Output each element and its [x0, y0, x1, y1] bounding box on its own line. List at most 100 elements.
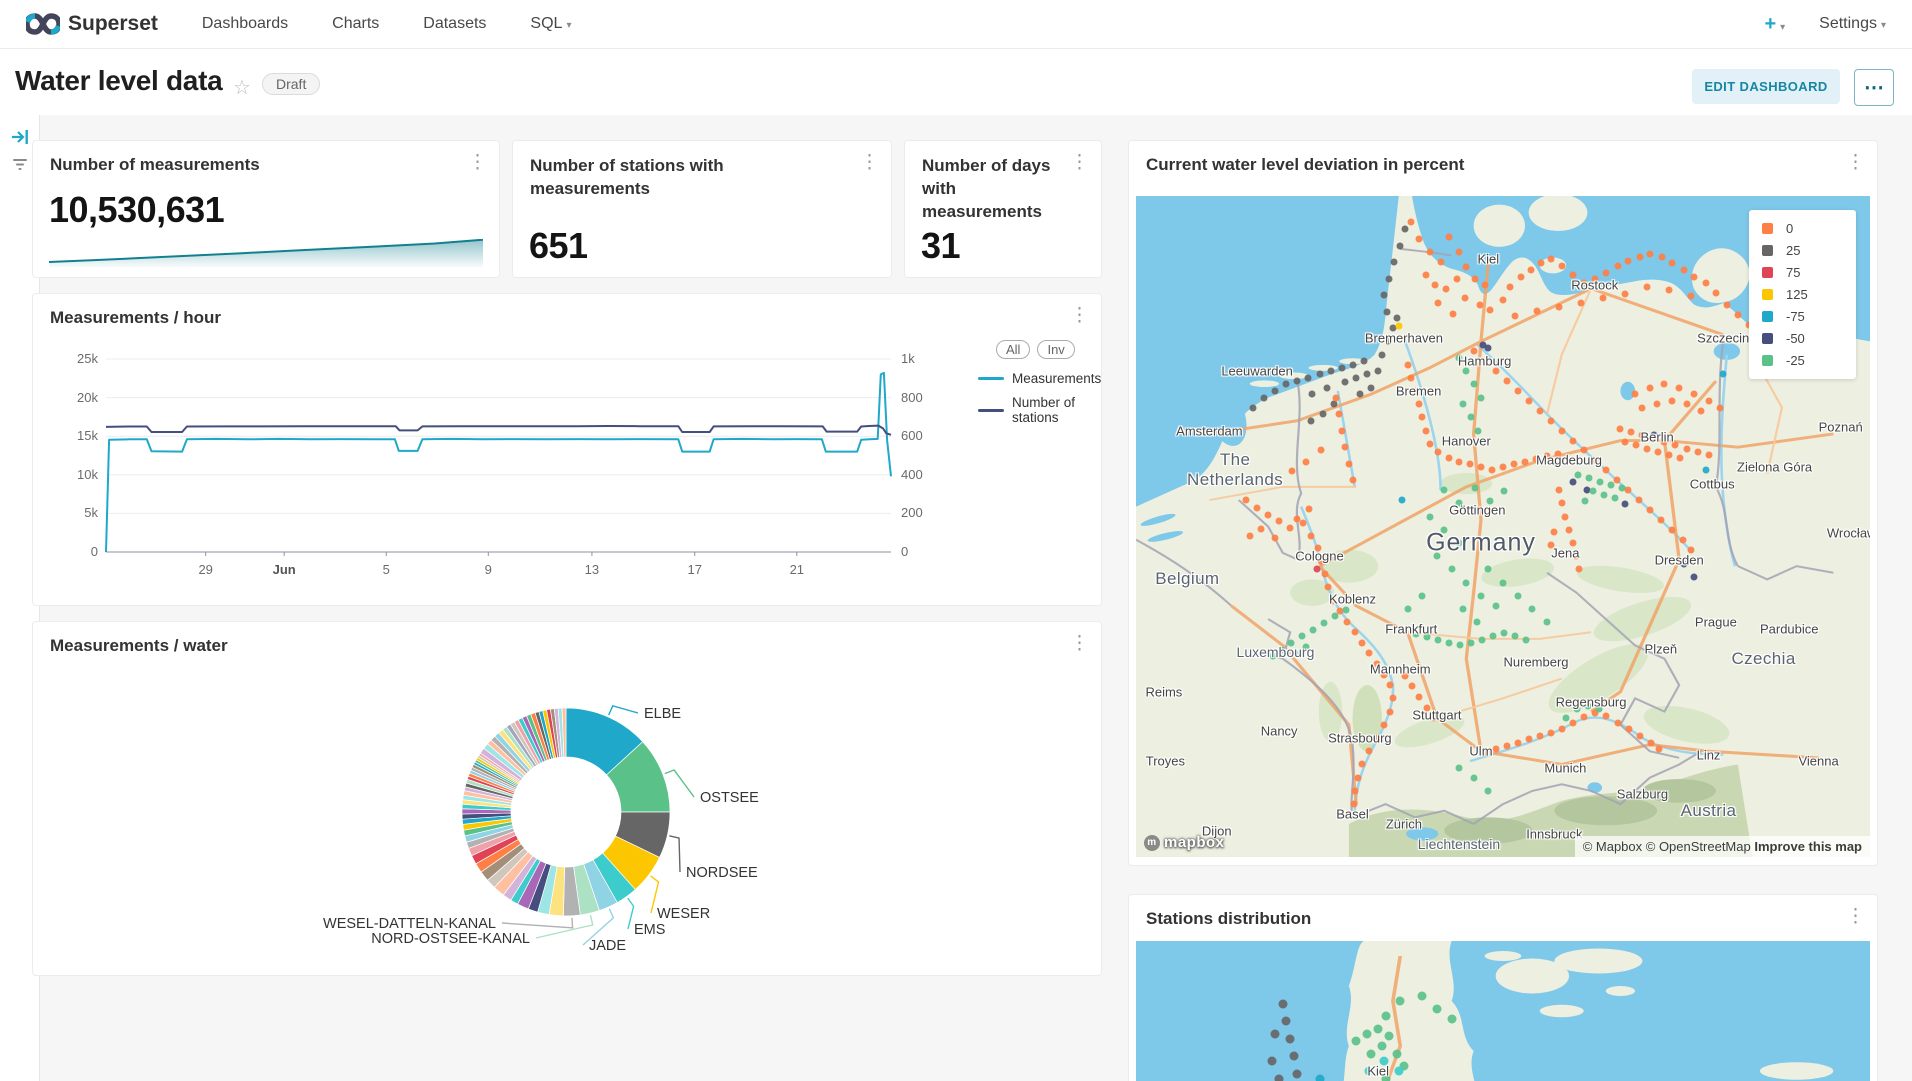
kebab-menu-icon[interactable]: ⋮	[1846, 153, 1865, 172]
settings-menu[interactable]: Settings▾	[1819, 15, 1886, 33]
legend-all-button[interactable]: All	[996, 340, 1030, 359]
legend-inv-button[interactable]: Inv	[1037, 340, 1074, 359]
station-dot	[1467, 414, 1474, 421]
kebab-menu-icon[interactable]: ⋮	[1070, 153, 1089, 172]
expand-filters-icon[interactable]	[11, 129, 29, 145]
panel-title: Stations distribution	[1146, 909, 1311, 929]
kebab-menu-icon[interactable]: ⋮	[1070, 634, 1089, 653]
station-dot	[1611, 495, 1618, 502]
station-dot	[1492, 602, 1499, 609]
station-dot	[1397, 242, 1404, 249]
kebab-menu-icon[interactable]: ⋮	[1846, 907, 1865, 926]
station-dot	[1363, 1029, 1372, 1038]
station-dot	[1665, 452, 1672, 459]
station-dot	[1317, 447, 1324, 454]
station-dot	[1426, 440, 1433, 447]
axis-tick-label: 5k	[44, 505, 98, 520]
station-dot	[1432, 282, 1439, 289]
station-dot	[1283, 381, 1290, 388]
station-dot	[1261, 394, 1268, 401]
nav-dashboards[interactable]: Dashboards	[202, 15, 288, 33]
station-dot	[1386, 275, 1393, 282]
mapbox-logo[interactable]: m mapbox	[1144, 834, 1225, 851]
legend-value: 25	[1786, 243, 1800, 258]
draft-badge: Draft	[262, 73, 320, 95]
station-dot	[1511, 313, 1518, 320]
map-label-hamburg: Hamburg	[1458, 354, 1511, 369]
map-label-reims: Reims	[1145, 684, 1182, 699]
stations-map[interactable]: KielRostock	[1136, 941, 1870, 1081]
kebab-menu-icon[interactable]: ⋮	[860, 153, 879, 172]
axis-tick-label: 600	[901, 428, 941, 443]
station-dot	[1416, 694, 1423, 701]
superset-logo[interactable]: Superset	[26, 12, 158, 36]
nav-charts[interactable]: Charts	[332, 15, 379, 33]
station-dot	[1455, 764, 1462, 771]
donut-slice-label: NORD-OSTSEE-KANAL	[371, 931, 530, 947]
map-label-szczecin: Szczecin	[1697, 331, 1749, 346]
top-navbar: Superset Dashboards Charts Datasets SQL▾…	[0, 0, 1912, 49]
kpi-value: 10,530,631	[49, 189, 224, 231]
station-dot	[1381, 292, 1388, 299]
favorite-star-icon[interactable]: ☆	[233, 75, 251, 100]
station-dot	[1551, 528, 1558, 535]
kebab-menu-icon[interactable]: ⋮	[468, 153, 487, 172]
nav-datasets[interactable]: Datasets	[423, 15, 486, 33]
station-dot	[1679, 536, 1686, 543]
station-dot	[1523, 636, 1530, 643]
legend-item-measurements[interactable]: Measurements	[978, 371, 1100, 386]
axis-tick-label: 29	[176, 562, 236, 577]
station-dot	[1426, 513, 1433, 520]
chevron-down-icon: ▾	[1881, 20, 1886, 31]
dashboard-more-button[interactable]: ⋯	[1854, 69, 1894, 106]
station-dot	[1243, 497, 1250, 504]
station-dot	[1690, 273, 1697, 280]
deviation-map[interactable]: 02575125-75-50-25 m mapbox © Mapbox © Op…	[1136, 196, 1870, 857]
panel-title: Measurements / water	[50, 636, 228, 656]
station-dot	[1621, 501, 1628, 508]
map-label-luxembourg: Luxembourg	[1237, 644, 1315, 660]
station-dot	[1636, 253, 1643, 260]
station-dot	[1289, 1052, 1298, 1061]
station-dot	[1646, 251, 1653, 258]
station-dot	[1349, 477, 1356, 484]
station-dot	[1625, 726, 1632, 733]
map-label-jena: Jena	[1551, 545, 1579, 560]
station-dot	[1705, 452, 1712, 459]
station-dot	[1250, 404, 1257, 411]
improve-map-link[interactable]: Improve this map	[1754, 839, 1862, 854]
station-dot	[1676, 384, 1683, 391]
kpi-card-stations: Number of stations with measurements ⋮ 6…	[512, 140, 892, 278]
map-label-prague: Prague	[1695, 615, 1737, 630]
map-label-amsterdam: Amsterdam	[1176, 423, 1242, 438]
station-dot	[1445, 454, 1452, 461]
legend-row: -50	[1762, 331, 1840, 346]
station-dot	[1490, 633, 1497, 640]
legend-item-stations[interactable]: Number of stations	[978, 395, 1100, 425]
station-dot	[1395, 322, 1402, 329]
station-dot	[1461, 295, 1468, 302]
edit-dashboard-button[interactable]: EDIT DASHBOARD	[1692, 69, 1840, 104]
kebab-menu-icon[interactable]: ⋮	[1070, 306, 1089, 325]
new-item-button[interactable]: +▾	[1764, 13, 1785, 36]
donut-slice-label: ELBE	[644, 706, 681, 722]
axis-tick-label: Jun	[254, 562, 314, 577]
station-dot	[1455, 458, 1462, 465]
measurements-per-water-panel: Measurements / water ⋮ ELBEOSTSEENORDSEE…	[32, 621, 1102, 976]
map-label-stuttgart: Stuttgart	[1412, 707, 1461, 722]
map-label-troyes: Troyes	[1146, 754, 1185, 769]
filter-icon[interactable]	[12, 157, 28, 172]
legend-row: -75	[1762, 309, 1840, 324]
station-dot	[1485, 787, 1492, 794]
station-dot	[1386, 682, 1393, 689]
station-dot	[1353, 375, 1360, 382]
station-dot	[1500, 579, 1507, 586]
station-dot	[1529, 606, 1536, 613]
map-label-zielona-g-ra: Zielona Góra	[1737, 460, 1812, 475]
station-dot	[1441, 487, 1448, 494]
nav-sql[interactable]: SQL▾	[530, 15, 571, 33]
measurements-per-hour-panel: Measurements / hour ⋮ All Inv Measuremen…	[32, 293, 1102, 606]
station-dot	[1418, 992, 1427, 1001]
station-dot	[1460, 401, 1467, 408]
station-dot	[1459, 606, 1466, 613]
